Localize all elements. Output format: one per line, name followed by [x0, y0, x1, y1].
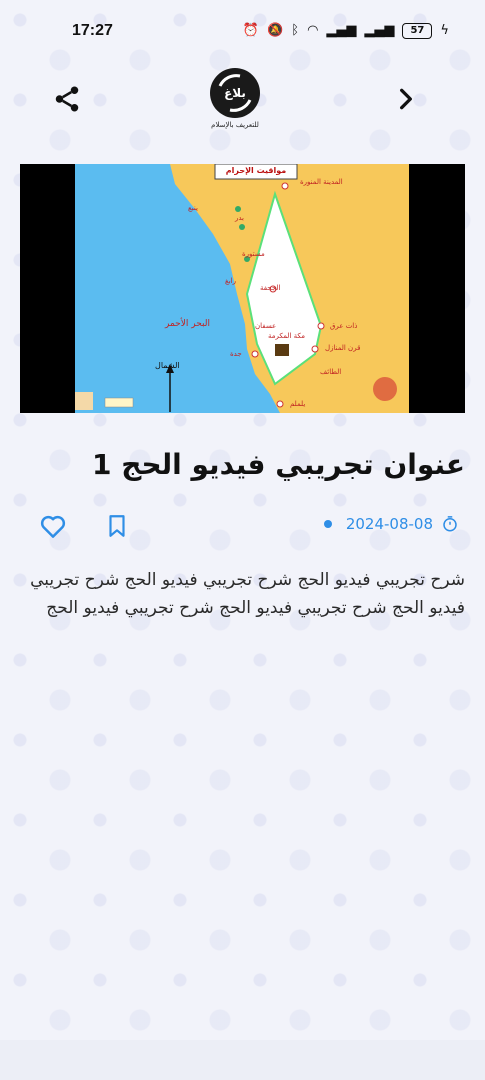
article-description: شرح تجريبي فيديو الحج شرح تجريبي فيديو ا…	[30, 570, 465, 618]
place-label: جدة	[230, 350, 242, 358]
place-label: مستورة	[242, 250, 265, 258]
bookmark-icon	[109, 515, 125, 537]
actions-row: 2024-08-08	[0, 505, 485, 545]
bookmark-button[interactable]	[104, 511, 130, 541]
like-button[interactable]	[38, 511, 68, 541]
navigation-bar	[0, 1040, 485, 1080]
place-label: قرن المنازل	[325, 344, 361, 352]
place-label: مكة المكرمة	[268, 332, 305, 340]
map-thumbnail	[75, 164, 409, 413]
video-player[interactable]: مواقيت الإحرام الشمال البحر الأحمر المدي…	[20, 164, 465, 413]
place-label: بدر	[235, 214, 245, 222]
stopwatch-icon	[443, 516, 457, 532]
status-time: 17:27	[72, 22, 113, 39]
dot-icon	[323, 520, 332, 528]
status-icons: ⏰ 🔕 ᛒ ◠ ▂▄▆ ▂▄▆ 57 ϟ	[243, 22, 449, 40]
place-label: المدينة المنورة	[300, 178, 343, 186]
north-label: الشمال	[155, 361, 180, 370]
place-label: رابغ	[225, 277, 236, 285]
bluetooth-icon: ᛒ	[291, 23, 300, 38]
place-label: عسفان	[255, 322, 277, 330]
status-bar: 17:27 ⏰ 🔕 ᛒ ◠ ▂▄▆ ▂▄▆ 57 ϟ	[0, 0, 485, 64]
publish-date: 2024-08-08	[345, 515, 433, 533]
signal-icon: ▂▄▆	[364, 23, 395, 38]
date-info: 2024-08-08	[323, 515, 459, 533]
mute-icon: 🔕	[267, 23, 284, 38]
chevron-right-icon	[400, 88, 412, 110]
app-logo: بلاغ للتعريف بالإسلام	[205, 68, 265, 140]
share-button[interactable]	[52, 84, 82, 114]
battery-icon: 57	[402, 23, 433, 39]
place-label: ذات عرق	[330, 322, 358, 330]
share-icon	[55, 86, 79, 112]
app-header: بلاغ للتعريف بالإسلام	[0, 64, 485, 144]
heart-icon	[40, 515, 66, 538]
sea-label: البحر الأحمر	[165, 319, 210, 329]
place-label: ينبع	[188, 204, 198, 212]
logo-caption: للتعريف بالإسلام	[211, 121, 259, 129]
charging-icon: ϟ	[440, 23, 449, 38]
alarm-icon: ⏰	[242, 23, 260, 38]
logo-text: بلاغ	[224, 86, 246, 100]
logo-mark: بلاغ	[210, 68, 260, 118]
place-label: الجحفة	[260, 284, 281, 292]
place-label: الطائف	[320, 368, 342, 376]
map-title: مواقيت الإحرام	[225, 166, 287, 175]
wifi-icon: ◠	[307, 23, 319, 38]
next-button[interactable]	[393, 84, 419, 114]
place-label: يلملم	[290, 400, 306, 408]
signal-icon: ▂▄▆	[326, 23, 357, 38]
article-title: عنوان تجريبي فيديو الحج 1	[92, 448, 465, 481]
